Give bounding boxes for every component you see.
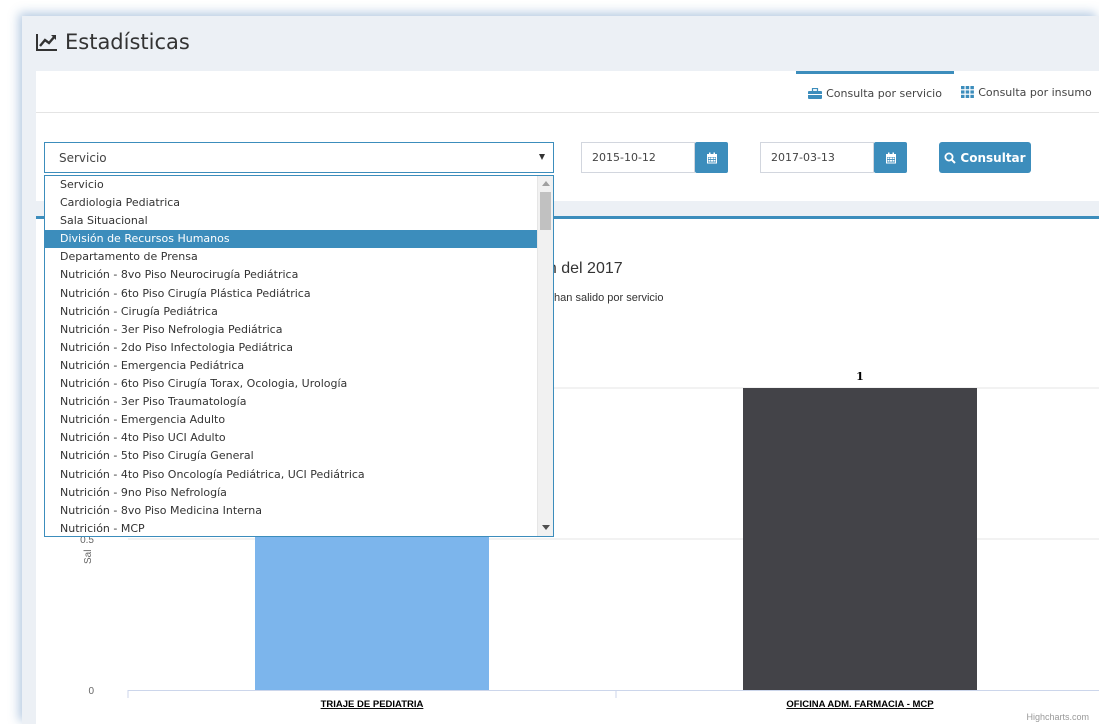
briefcase-icon: [808, 88, 823, 99]
dropdown-option[interactable]: Nutrición - 4to Piso Oncología Pediátric…: [45, 466, 538, 484]
dropdown-option[interactable]: Nutrición - Emergencia Adulto: [45, 411, 538, 429]
page-title-text: Estadísticas: [65, 30, 190, 54]
dropdown-option[interactable]: Nutrición - 3er Piso Traumatología: [45, 393, 538, 411]
grid-icon: [961, 86, 975, 98]
bar-2: [743, 388, 977, 690]
dropdown-option[interactable]: Nutrición - 6to Piso Cirugía Torax, Ocol…: [45, 375, 538, 393]
data-label: 1: [856, 370, 864, 383]
dropdown-option[interactable]: Nutrición - 3er Piso Nefrologia Pediátri…: [45, 321, 538, 339]
dropdown-option[interactable]: Nutrición - 8vo Piso Medicina Interna: [45, 502, 538, 520]
dropdown-option[interactable]: Servicio: [45, 176, 538, 194]
y-axis-label: Sal: [83, 550, 94, 564]
dropdown-option[interactable]: Nutrición - 6to Piso Cirugía Plástica Pe…: [45, 285, 538, 303]
dropdown-option[interactable]: Nutrición - 5to Piso Cirugía General: [45, 447, 538, 465]
service-dropdown-list[interactable]: Servicio Cardiologia Pediatrica Sala Situa…: [44, 175, 554, 537]
dropdown-option[interactable]: Sala Situacional: [45, 212, 538, 230]
dropdown-option[interactable]: Nutrición - Cirugía Pediátrica: [45, 303, 538, 321]
dropdown-scrollbar[interactable]: [537, 176, 553, 536]
date-from-calendar-button[interactable]: [695, 142, 728, 173]
app-window: Estadísticas Consulta por servicio Consu…: [22, 16, 1099, 724]
x-axis-category-label: TRIAJE DE PEDIATRIA: [321, 699, 424, 710]
search-icon: [944, 152, 957, 164]
page-title: Estadísticas: [35, 30, 190, 54]
caret-down-icon: [539, 154, 545, 160]
date-to-calendar-button[interactable]: [874, 142, 907, 173]
tab-consulta-por-servicio[interactable]: Consulta por servicio: [796, 71, 954, 113]
dropdown-option[interactable]: Nutrición - MCP: [45, 520, 538, 536]
scroll-down-arrow-icon[interactable]: [542, 525, 550, 530]
tab-label: Consulta por servicio: [826, 87, 942, 100]
dropdown-option[interactable]: Departamento de Prensa: [45, 248, 538, 266]
calendar-icon: [885, 152, 896, 163]
service-select-value: Servicio: [59, 151, 107, 165]
line-chart-icon: [36, 34, 57, 51]
dropdown-option[interactable]: Nutrición - 8vo Piso Neurocirugía Pediát…: [45, 266, 538, 284]
consultar-label: Consultar: [960, 150, 1026, 165]
highcharts-credits[interactable]: Highcharts.com: [1026, 712, 1089, 722]
dropdown-option[interactable]: Nutrición - 4to Piso UCI Adulto: [45, 429, 538, 447]
dropdown-option[interactable]: Nutrición - 9no Piso Nefrología: [45, 484, 538, 502]
dropdown-option[interactable]: Nutrición - 2do Piso Infectologia Pediát…: [45, 339, 538, 357]
tabs-bar: Consulta por servicio Consulta por insum…: [36, 71, 1099, 113]
x-axis-category-label: OFICINA ADM. FARMACIA - MCP: [786, 699, 934, 710]
scroll-up-arrow-icon[interactable]: [542, 181, 550, 186]
service-select[interactable]: Servicio: [44, 142, 554, 173]
date-to-input[interactable]: 2017-03-13: [760, 142, 874, 173]
calendar-icon: [706, 152, 717, 163]
date-from-input[interactable]: 2015-10-12: [581, 142, 695, 173]
dropdown-option[interactable]: Nutrición - Emergencia Pediátrica: [45, 357, 538, 375]
tab-consulta-por-insumo[interactable]: Consulta por insumo: [954, 71, 1099, 113]
scrollbar-thumb[interactable]: [540, 192, 551, 230]
dropdown-option[interactable]: División de Recursos Humanos: [45, 230, 538, 249]
consultar-button[interactable]: Consultar: [939, 142, 1031, 173]
tab-label: Consulta por insumo: [978, 85, 1092, 99]
y-axis-tick-label: 0: [88, 686, 94, 697]
dropdown-option[interactable]: Cardiologia Pediatrica: [45, 194, 538, 212]
